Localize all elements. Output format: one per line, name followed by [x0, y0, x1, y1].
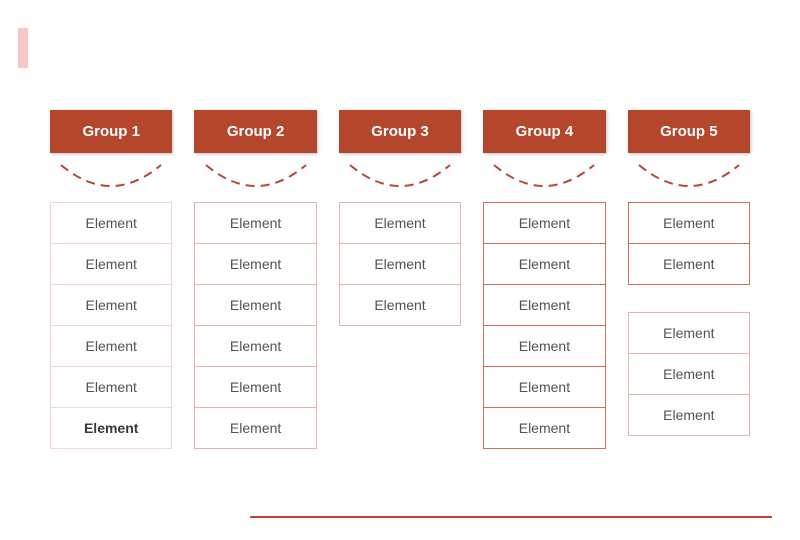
- arc-connector-3: [339, 159, 461, 197]
- stack-gap: [628, 285, 750, 313]
- element-cell: Element: [50, 284, 172, 326]
- arc-connector-1: [50, 159, 172, 197]
- group-header-1: Group 1: [50, 110, 172, 153]
- element-stack-5a: Element Element: [628, 203, 750, 285]
- element-cell: Element: [483, 366, 605, 408]
- arc-connector-4: [483, 159, 605, 197]
- column-group-5: Group 5 Element Element Element Element …: [628, 110, 750, 449]
- element-stack-1: Element Element Element Element Element …: [50, 203, 172, 449]
- column-group-4: Group 4 Element Element Element Element …: [483, 110, 605, 449]
- element-cell: Element: [339, 284, 461, 326]
- element-stack-2: Element Element Element Element Element …: [194, 203, 316, 449]
- column-group-1: Group 1 Element Element Element Element …: [50, 110, 172, 449]
- arc-connector-2: [194, 159, 316, 197]
- element-cell: Element: [50, 325, 172, 367]
- group-header-5: Group 5: [628, 110, 750, 153]
- element-cell: Element: [483, 202, 605, 244]
- element-cell: Element: [339, 243, 461, 285]
- group-header-4: Group 4: [483, 110, 605, 153]
- accent-bar: [18, 28, 28, 68]
- columns-container: Group 1 Element Element Element Element …: [50, 110, 750, 449]
- element-cell: Element: [628, 243, 750, 285]
- element-stack-5b: Element Element Element: [628, 313, 750, 436]
- element-cell: Element: [483, 243, 605, 285]
- element-cell: Element: [483, 407, 605, 449]
- element-cell: Element: [194, 325, 316, 367]
- element-cell: Element: [194, 243, 316, 285]
- element-cell: Element: [194, 284, 316, 326]
- element-stack-4: Element Element Element Element Element …: [483, 203, 605, 449]
- element-cell: Element: [50, 366, 172, 408]
- element-cell: Element: [339, 202, 461, 244]
- footer-rule: [250, 516, 772, 518]
- element-cell: Element: [194, 202, 316, 244]
- element-stack-3: Element Element Element: [339, 203, 461, 326]
- element-cell: Element: [628, 312, 750, 354]
- arc-connector-5: [628, 159, 750, 197]
- element-cell: Element: [194, 366, 316, 408]
- element-cell: Element: [628, 353, 750, 395]
- element-cell: Element: [50, 202, 172, 244]
- element-cell: Element: [50, 407, 172, 449]
- element-cell: Element: [628, 202, 750, 244]
- column-group-3: Group 3 Element Element Element: [339, 110, 461, 449]
- column-group-2: Group 2 Element Element Element Element …: [194, 110, 316, 449]
- group-header-2: Group 2: [194, 110, 316, 153]
- element-cell: Element: [628, 394, 750, 436]
- element-cell: Element: [483, 284, 605, 326]
- element-cell: Element: [194, 407, 316, 449]
- group-header-3: Group 3: [339, 110, 461, 153]
- element-cell: Element: [483, 325, 605, 367]
- element-cell: Element: [50, 243, 172, 285]
